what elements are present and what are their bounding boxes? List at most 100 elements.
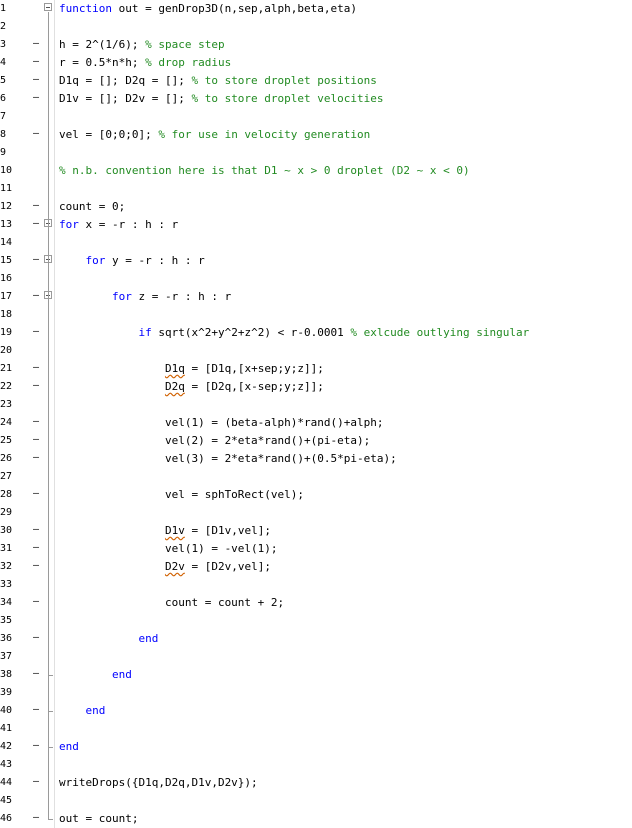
code-text[interactable]: vel(1) = -vel(1);	[59, 540, 278, 558]
code-line[interactable]: 22 – D2q = [D2q,[x-sep;y;z]];	[0, 378, 632, 396]
code-text[interactable]: vel(2) = 2*eta*rand()+(pi-eta);	[59, 432, 370, 450]
breakpoint-marker[interactable]: –	[33, 702, 39, 718]
code-line[interactable]: 37	[0, 648, 632, 666]
breakpoint-marker[interactable]: –	[33, 738, 39, 754]
fold-collapse-icon[interactable]	[44, 3, 52, 11]
code-line[interactable]: 11	[0, 180, 632, 198]
code-line[interactable]: 9	[0, 144, 632, 162]
code-line[interactable]: 7	[0, 108, 632, 126]
code-line[interactable]: 38 – end	[0, 666, 632, 684]
code-line[interactable]: 42 – end	[0, 738, 632, 756]
code-line[interactable]: 10 % n.b. convention here is that D1 ~ x …	[0, 162, 632, 180]
code-text[interactable]: D2v = [D2v,vel];	[59, 558, 271, 576]
code-line[interactable]: 30 – D1v = [D1v,vel];	[0, 522, 632, 540]
code-text[interactable]: if sqrt(x^2+y^2+z^2) < r-0.0001 % exlcud…	[59, 324, 529, 342]
code-line[interactable]: 45	[0, 792, 632, 810]
code-line[interactable]: 20	[0, 342, 632, 360]
code-line[interactable]: 5 – D1q = []; D2q = []; % to store droplet…	[0, 72, 632, 90]
code-line[interactable]: 32 – D2v = [D2v,vel];	[0, 558, 632, 576]
code-text[interactable]: count = 0;	[59, 198, 125, 216]
code-line[interactable]: 46 – out = count;	[0, 810, 632, 828]
breakpoint-marker[interactable]: –	[33, 594, 39, 610]
breakpoint-marker[interactable]: –	[33, 252, 39, 268]
code-text[interactable]: writeDrops({D1q,D2q,D1v,D2v});	[59, 774, 258, 792]
breakpoint-marker[interactable]: –	[33, 324, 39, 340]
code-line[interactable]: 23	[0, 396, 632, 414]
code-text[interactable]: D1q = [D1q,[x+sep;y;z]];	[59, 360, 324, 378]
breakpoint-marker[interactable]: –	[33, 630, 39, 646]
code-text[interactable]: for z = -r : h : r	[59, 288, 231, 306]
code-text[interactable]: out = count;	[59, 810, 138, 828]
code-line[interactable]: 17 – for z = -r : h : r	[0, 288, 632, 306]
code-text[interactable]: r = 0.5*n*h; % drop radius	[59, 54, 231, 72]
code-line[interactable]: 35	[0, 612, 632, 630]
breakpoint-marker[interactable]: –	[33, 216, 39, 232]
code-line[interactable]: 24 – vel(1) = (beta-alph)*rand()+alph;	[0, 414, 632, 432]
breakpoint-marker[interactable]: –	[33, 540, 39, 556]
breakpoint-marker[interactable]: –	[33, 486, 39, 502]
code-line[interactable]: 19 – if sqrt(x^2+y^2+z^2) < r-0.0001 % ex…	[0, 324, 632, 342]
code-text[interactable]: end	[59, 630, 158, 648]
code-text[interactable]: vel(1) = (beta-alph)*rand()+alph;	[59, 414, 384, 432]
code-text[interactable]: for x = -r : h : r	[59, 216, 178, 234]
code-text[interactable]: D1v = []; D2v = []; % to store droplet v…	[59, 90, 384, 108]
code-text[interactable]: end	[59, 702, 106, 720]
breakpoint-marker[interactable]: –	[33, 432, 39, 448]
breakpoint-marker[interactable]: –	[33, 360, 39, 376]
code-text[interactable]: vel(3) = 2*eta*rand()+(0.5*pi-eta);	[59, 450, 397, 468]
breakpoint-marker[interactable]: –	[33, 450, 39, 466]
code-text[interactable]: for y = -r : h : r	[59, 252, 205, 270]
code-text[interactable]: h = 2^(1/6); % space step	[59, 36, 225, 54]
code-line[interactable]: 36 – end	[0, 630, 632, 648]
code-line[interactable]: 34 – count = count + 2;	[0, 594, 632, 612]
code-line[interactable]: 33	[0, 576, 632, 594]
code-line[interactable]: 43	[0, 756, 632, 774]
code-line[interactable]: 3 – h = 2^(1/6); % space step	[0, 36, 632, 54]
code-line[interactable]: 21 – D1q = [D1q,[x+sep;y;z]];	[0, 360, 632, 378]
breakpoint-marker[interactable]: –	[33, 126, 39, 142]
code-line[interactable]: 13 – for x = -r : h : r	[0, 216, 632, 234]
breakpoint-marker[interactable]: –	[33, 36, 39, 52]
code-text[interactable]: vel = [0;0;0]; % for use in velocity gen…	[59, 126, 370, 144]
code-text[interactable]: D2q = [D2q,[x-sep;y;z]];	[59, 378, 324, 396]
code-line[interactable]: 18	[0, 306, 632, 324]
code-line[interactable]: 40 – end	[0, 702, 632, 720]
breakpoint-marker[interactable]: –	[33, 198, 39, 214]
breakpoint-marker[interactable]: –	[33, 522, 39, 538]
code-line[interactable]: 26 – vel(3) = 2*eta*rand()+(0.5*pi-eta);	[0, 450, 632, 468]
breakpoint-marker[interactable]: –	[33, 774, 39, 790]
code-line[interactable]: 31 – vel(1) = -vel(1);	[0, 540, 632, 558]
code-editor[interactable]: 1 function out = genDrop3D(n,sep,alph,bet…	[0, 0, 632, 828]
code-line[interactable]: 15 – for y = -r : h : r	[0, 252, 632, 270]
code-line[interactable]: 44 – writeDrops({D1q,D2q,D1v,D2v});	[0, 774, 632, 792]
code-line[interactable]: 29	[0, 504, 632, 522]
code-line[interactable]: 25 – vel(2) = 2*eta*rand()+(pi-eta);	[0, 432, 632, 450]
code-text[interactable]: D1q = []; D2q = []; % to store droplet p…	[59, 72, 377, 90]
code-line[interactable]: 27	[0, 468, 632, 486]
code-line[interactable]: 39	[0, 684, 632, 702]
code-line[interactable]: 14	[0, 234, 632, 252]
code-text[interactable]: D1v = [D1v,vel];	[59, 522, 271, 540]
breakpoint-marker[interactable]: –	[33, 558, 39, 574]
breakpoint-marker[interactable]: –	[33, 90, 39, 106]
code-text[interactable]: count = count + 2;	[59, 594, 284, 612]
code-text[interactable]: % n.b. convention here is that D1 ~ x > …	[59, 162, 470, 180]
code-line[interactable]: 4 – r = 0.5*n*h; % drop radius	[0, 54, 632, 72]
code-line[interactable]: 28 – vel = sphToRect(vel);	[0, 486, 632, 504]
code-line[interactable]: 6 – D1v = []; D2v = []; % to store droplet…	[0, 90, 632, 108]
breakpoint-marker[interactable]: –	[33, 378, 39, 394]
code-line[interactable]: 16	[0, 270, 632, 288]
code-text[interactable]: end	[59, 666, 132, 684]
breakpoint-marker[interactable]: –	[33, 54, 39, 70]
code-line[interactable]: 12 – count = 0;	[0, 198, 632, 216]
code-line[interactable]: 8 – vel = [0;0;0]; % for use in velocity g…	[0, 126, 632, 144]
breakpoint-marker[interactable]: –	[33, 414, 39, 430]
code-line[interactable]: 1 function out = genDrop3D(n,sep,alph,bet…	[0, 0, 632, 18]
breakpoint-marker[interactable]: –	[33, 810, 39, 826]
code-text[interactable]: vel = sphToRect(vel);	[59, 486, 304, 504]
code-line[interactable]: 41	[0, 720, 632, 738]
breakpoint-marker[interactable]: –	[33, 288, 39, 304]
breakpoint-marker[interactable]: –	[33, 72, 39, 88]
code-text[interactable]: end	[59, 738, 79, 756]
breakpoint-marker[interactable]: –	[33, 666, 39, 682]
